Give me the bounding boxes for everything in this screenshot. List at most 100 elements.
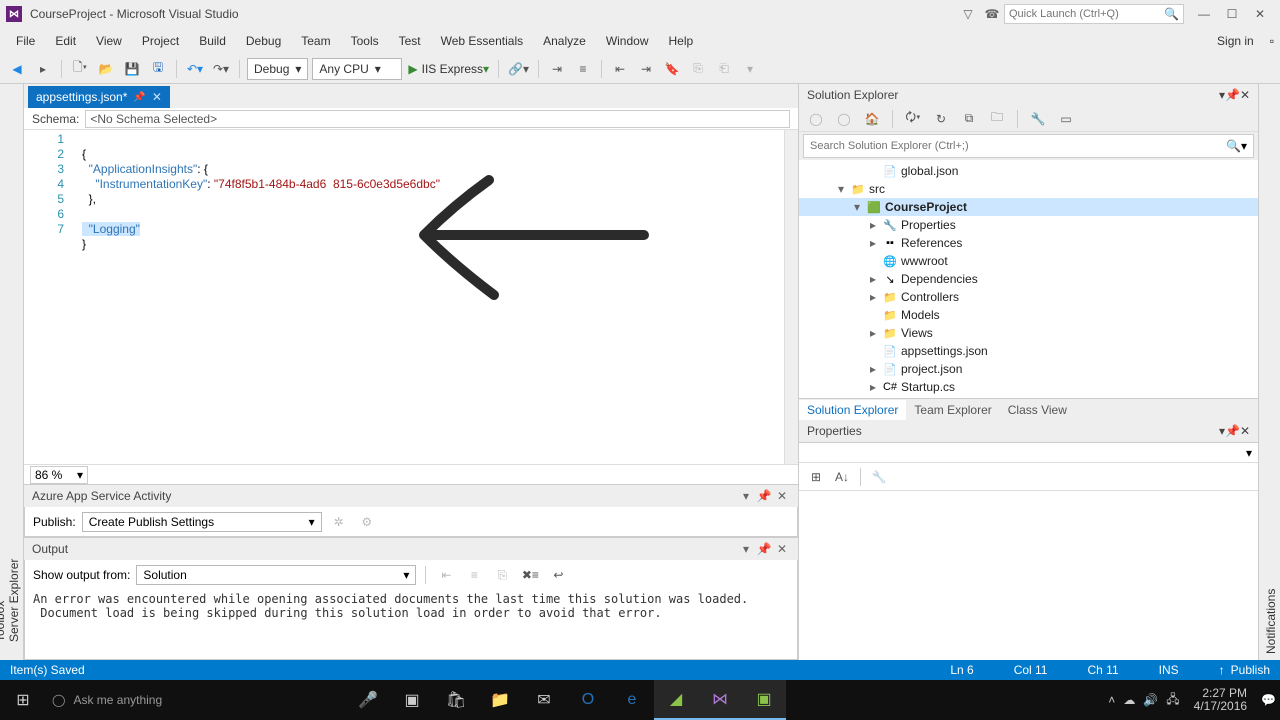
menu-team[interactable]: Team — [291, 31, 340, 51]
tree-item-views[interactable]: ▸📁Views — [799, 324, 1258, 342]
run-button[interactable]: ▶ IIS Express ▾ — [406, 58, 491, 80]
editor-scrollbar[interactable] — [784, 130, 798, 464]
publish-combo[interactable]: Create Publish Settings▾ — [82, 512, 322, 532]
se-back-icon[interactable]: ◯ — [805, 108, 827, 130]
tree-item-global-json[interactable]: 📄global.json — [799, 162, 1258, 180]
tree-item-properties[interactable]: ▸🔧Properties — [799, 216, 1258, 234]
tab-appsettings[interactable]: appsettings.json* 📌 ✕ — [28, 86, 170, 108]
tree-item-references[interactable]: ▸▪▪References — [799, 234, 1258, 252]
undo-button[interactable]: ↶▾ — [184, 58, 206, 80]
task-mail-icon[interactable]: ✉ — [522, 680, 566, 720]
more-button[interactable]: ▾ — [739, 58, 761, 80]
tray-onedrive-icon[interactable]: ☁ — [1123, 693, 1135, 707]
cortana-search[interactable]: ◯ Ask me anything — [46, 686, 346, 714]
task-app-icon[interactable]: ▣ — [742, 680, 786, 720]
panel-pin-icon[interactable]: 📌 — [756, 541, 772, 557]
menu-analyze[interactable]: Analyze — [533, 31, 596, 51]
tray-clock[interactable]: 2:27 PM4/17/2016 — [1188, 687, 1253, 713]
task-vs-icon[interactable]: ⋈ — [698, 680, 742, 720]
panel-close-icon[interactable]: ✕ — [774, 541, 790, 557]
config-combo[interactable]: Debug▾ — [247, 58, 308, 80]
menu-file[interactable]: File — [6, 31, 45, 51]
save-all-button[interactable]: 🖫 — [147, 58, 169, 80]
tree-item-dependencies[interactable]: ▸↘Dependencies — [799, 270, 1258, 288]
se-properties-icon[interactable]: 🔧 — [1027, 108, 1049, 130]
close-button[interactable]: ✕ — [1246, 4, 1274, 24]
output-from-combo[interactable]: Solution▾ — [136, 565, 416, 585]
panel-pin-icon[interactable]: 📌 — [1225, 424, 1240, 438]
se-search-input[interactable] — [810, 140, 1226, 152]
tray-up-icon[interactable]: ˄ — [1108, 693, 1115, 707]
task-explorer-icon[interactable]: 📁 — [478, 680, 522, 720]
task-mic-icon[interactable]: 🎤 — [346, 680, 390, 720]
menu-edit[interactable]: Edit — [45, 31, 86, 51]
tray-network-icon[interactable]: 🖧 — [1166, 690, 1179, 711]
start-button[interactable]: ⊞ — [0, 680, 46, 720]
outdent-icon[interactable]: ⇤ — [609, 58, 631, 80]
schema-combo[interactable]: <No Schema Selected> — [85, 110, 790, 128]
publish-action-icon[interactable]: ✲ — [328, 511, 350, 533]
left-tool-rail[interactable]: Server Explorer Toolbox — [0, 84, 24, 660]
server-explorer-tab[interactable]: Server Explorer — [7, 90, 21, 642]
status-publish[interactable]: ↑ Publish — [1219, 663, 1270, 677]
props-dropdown-icon[interactable]: ▾ — [1246, 446, 1252, 460]
panel-pin-icon[interactable]: 📌 — [756, 488, 772, 504]
step-button[interactable]: ⇥ — [546, 58, 568, 80]
quick-launch[interactable]: 🔍 — [1004, 4, 1184, 24]
tree-item-src[interactable]: ▾📁src — [799, 180, 1258, 198]
se-preview-icon[interactable]: ▭ — [1055, 108, 1077, 130]
panel-pin-icon[interactable]: 📌 — [1225, 88, 1240, 102]
code-content[interactable]: { "ApplicationInsights": { "Instrumentat… — [74, 130, 798, 464]
output-action1-icon[interactable]: ⇤ — [435, 564, 457, 586]
menu-window[interactable]: Window — [596, 31, 659, 51]
menu-debug[interactable]: Debug — [236, 31, 291, 51]
panel-close-icon[interactable]: ✕ — [1240, 424, 1250, 438]
redo-button[interactable]: ↷▾ — [210, 58, 232, 80]
task-store-icon[interactable]: 🛍 — [434, 680, 478, 720]
menu-project[interactable]: Project — [132, 31, 189, 51]
minimize-button[interactable]: — — [1190, 4, 1218, 24]
tree-item-appsettings-json[interactable]: 📄appsettings.json — [799, 342, 1258, 360]
right-tool-rail[interactable]: Notifications — [1258, 84, 1280, 660]
open-file-button[interactable]: 📂 — [95, 58, 117, 80]
output-action2-icon[interactable]: ≡ — [463, 564, 485, 586]
panel-dropdown-icon[interactable]: ▾ — [738, 488, 754, 504]
indent-button[interactable]: ≡ — [572, 58, 594, 80]
toolbox-tab[interactable]: Toolbox — [0, 90, 7, 642]
menu-web-essentials[interactable]: Web Essentials — [431, 31, 533, 51]
menu-help[interactable]: Help — [659, 31, 704, 51]
output-wrap-icon[interactable]: ↩ — [547, 564, 569, 586]
se-refresh-icon[interactable]: ↻ — [930, 108, 952, 130]
new-project-button[interactable]: 🗋▾ — [69, 58, 91, 80]
maximize-button[interactable]: ☐ — [1218, 4, 1246, 24]
tree-item-project-json[interactable]: ▸📄project.json — [799, 360, 1258, 378]
notifications-tab[interactable]: Notifications — [1264, 90, 1278, 654]
panel-close-icon[interactable]: ✕ — [774, 488, 790, 504]
tree-item-courseproject[interactable]: ▾🟩CourseProject — [799, 198, 1258, 216]
menu-view[interactable]: View — [86, 31, 132, 51]
tree-item-startup-cs[interactable]: ▸C#Startup.cs — [799, 378, 1258, 396]
output-clear-icon[interactable]: ✖≡ — [519, 564, 541, 586]
panel-close-icon[interactable]: ✕ — [1240, 88, 1250, 102]
props-pages-icon[interactable]: 🔧 — [868, 466, 890, 488]
task-edge-icon[interactable]: e — [610, 680, 654, 720]
menu-build[interactable]: Build — [189, 31, 236, 51]
system-tray[interactable]: ˄ ☁ 🔊 🖧 2:27 PM4/17/2016 💬 — [1108, 687, 1280, 713]
signin-avatar-icon[interactable]: ▫ — [1270, 34, 1274, 48]
code-editor[interactable]: 1234567 { "ApplicationInsights": { "Inst… — [24, 130, 798, 464]
sign-in-link[interactable]: Sign in — [1217, 34, 1254, 48]
tray-notifications-icon[interactable]: 💬 — [1261, 693, 1276, 707]
panel-tab-class-view[interactable]: Class View — [1000, 400, 1075, 420]
tray-volume-icon[interactable]: 🔊 — [1143, 693, 1158, 707]
feedback-icon[interactable]: ☎ — [984, 6, 1000, 22]
output-action3-icon[interactable]: ⎘ — [491, 564, 513, 586]
task-camtasia-icon[interactable]: ◢ — [654, 680, 698, 720]
filter-icon[interactable]: ▽ — [960, 6, 976, 22]
se-fwd-icon[interactable]: ◯ — [833, 108, 855, 130]
panel-tab-solution-explorer[interactable]: Solution Explorer — [799, 400, 906, 420]
props-alpha-icon[interactable]: A↓ — [831, 466, 853, 488]
comment-button[interactable]: ⎘ — [687, 58, 709, 80]
browser-link-button[interactable]: 🔗▾ — [506, 58, 531, 80]
back-button[interactable]: ◀ — [6, 58, 28, 80]
panel-tab-team-explorer[interactable]: Team Explorer — [906, 400, 999, 420]
